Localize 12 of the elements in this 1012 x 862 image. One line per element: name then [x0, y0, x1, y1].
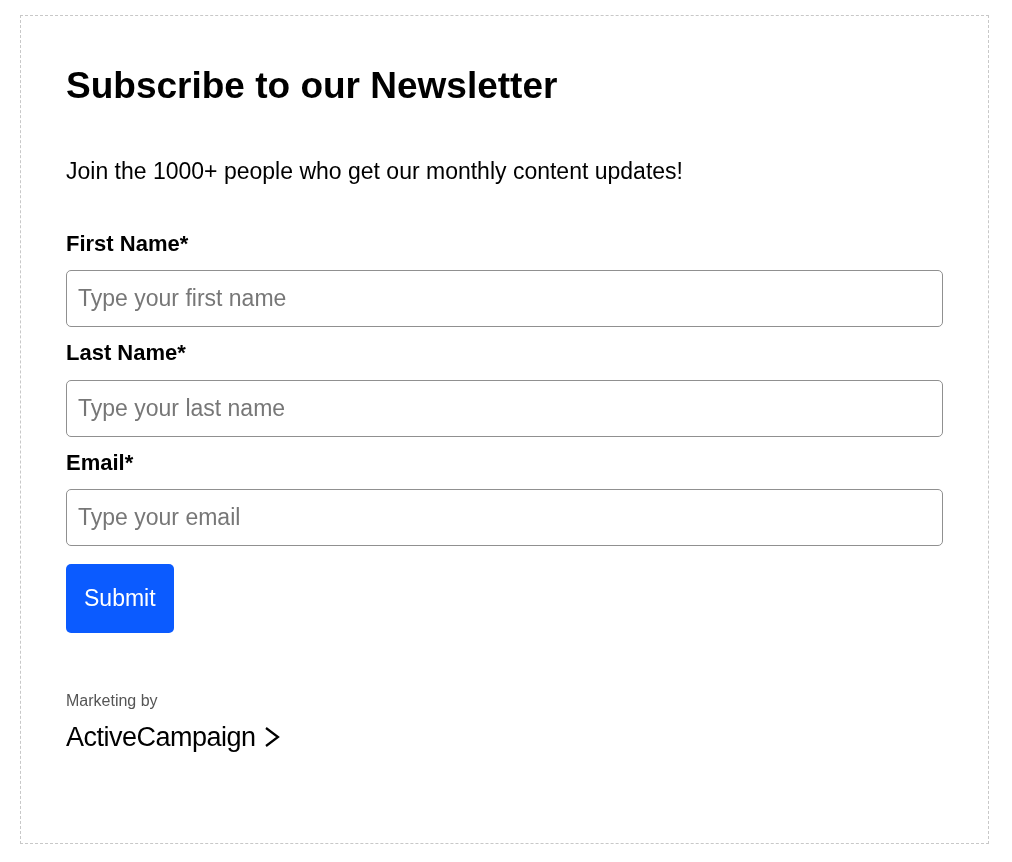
form-description: Join the 1000+ people who get our monthly content updates! — [66, 157, 684, 187]
brand-name[interactable]: ActiveCampaign — [66, 717, 256, 758]
input-field[interactable]: Type your first name — [66, 270, 943, 328]
input-field[interactable]: Type your email — [66, 489, 943, 547]
field-label: Last Name* — [66, 340, 187, 367]
form-title: Subscribe to our Newsletter — [66, 64, 559, 108]
field-label: First Name* — [66, 230, 190, 258]
marketing-caption: Marketing by — [66, 691, 159, 712]
submit-button[interactable]: Submit — [66, 564, 174, 634]
input-field[interactable]: Type your last name — [66, 379, 943, 437]
field-label: Email* — [66, 449, 135, 477]
chevron-icon — [263, 726, 280, 749]
